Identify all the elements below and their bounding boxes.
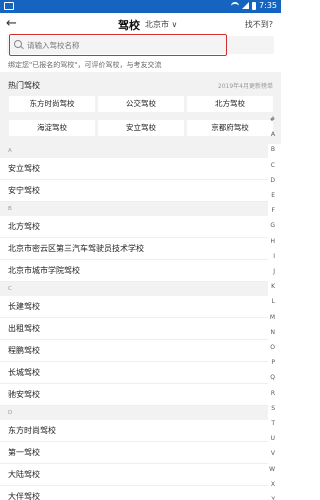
back-arrow-icon[interactable]: ← [6, 17, 17, 31]
hot-school-chip[interactable]: 北方驾校 [187, 96, 273, 112]
group-header-b: B [0, 202, 268, 216]
index-letter[interactable]: T [271, 420, 275, 427]
bind-hint-text: 绑定您"已报名的驾校"，可评价驾校，与考友交流 [8, 61, 162, 69]
search-bar [7, 34, 274, 56]
city-selector[interactable]: 北京市 ∨ [145, 19, 177, 30]
notification-icon [4, 2, 14, 10]
list-item[interactable]: 驰安驾校 [0, 384, 268, 406]
index-letter[interactable]: A [271, 131, 275, 138]
hot-school-chip[interactable]: 京都府驾校 [187, 120, 273, 136]
wifi-icon [231, 1, 240, 10]
hot-school-chip[interactable]: 海淀驾校 [9, 120, 95, 136]
index-letter[interactable]: B [271, 146, 275, 153]
battery-icon [252, 1, 257, 10]
hot-school-chip[interactable]: 东方时尚驾校 [9, 96, 95, 112]
index-letter[interactable]: C [271, 162, 275, 169]
list-item[interactable]: 北京市城市学院驾校 [0, 260, 268, 282]
hot-school-chip[interactable]: 安立驾校 [98, 120, 184, 136]
index-letter[interactable]: X [271, 481, 275, 488]
status-bar: 7:35 [0, 0, 281, 13]
list-item[interactable]: 大陆驾校 [0, 464, 268, 486]
list-item[interactable]: 北京市密云区第三汽车驾驶员技术学校 [0, 238, 268, 260]
index-letter[interactable]: G [270, 222, 275, 229]
hot-schools-updated: 2019年4月更新榜单 [217, 83, 273, 90]
app-header: ← 驾校 北京市 ∨ 找不到? [0, 13, 281, 35]
list-item[interactable]: 安宁驾校 [0, 180, 268, 202]
index-letter[interactable]: F [272, 207, 275, 214]
status-time: 7:35 [259, 1, 277, 10]
page-title: 驾校 [118, 19, 140, 32]
cannot-find-link[interactable]: 找不到? [245, 19, 273, 30]
index-letter[interactable]: D [270, 177, 275, 184]
index-letter[interactable]: U [271, 435, 275, 442]
group-header-d: D [0, 406, 268, 420]
index-letter[interactable]: K [271, 283, 275, 290]
index-letter[interactable]: H [270, 238, 275, 245]
list-item[interactable]: 东方时尚驾校 [0, 420, 268, 442]
group-header-c: C [0, 282, 268, 296]
index-letter[interactable]: J [273, 268, 275, 275]
index-letter[interactable]: S [271, 405, 275, 412]
index-letter[interactable]: # [270, 116, 275, 123]
group-header-a: A [0, 144, 268, 158]
hot-school-chip[interactable]: 公交驾校 [98, 96, 184, 112]
index-letter[interactable]: P [271, 359, 275, 366]
index-letter[interactable]: E [271, 192, 275, 199]
search-input[interactable] [27, 38, 217, 52]
index-letter[interactable]: W [269, 466, 275, 473]
list-item[interactable]: 长建驾校 [0, 296, 268, 318]
index-letter[interactable]: Q [270, 374, 275, 381]
status-icons: 7:35 [231, 1, 277, 10]
list-item[interactable]: 安立驾校 [0, 158, 268, 180]
list-item[interactable]: 出租驾校 [0, 318, 268, 340]
list-item[interactable]: 大伴驾校 [0, 486, 268, 500]
list-item[interactable]: 第一驾校 [0, 442, 268, 464]
index-letter[interactable]: R [271, 390, 275, 397]
index-letter[interactable]: L [272, 298, 275, 305]
index-letter[interactable]: N [271, 329, 276, 336]
search-icon [14, 40, 22, 48]
list-item[interactable]: 程鹏驾校 [0, 340, 268, 362]
index-letter[interactable]: I [273, 253, 275, 260]
index-letter[interactable]: M [270, 314, 275, 321]
signal-icon [242, 2, 250, 9]
list-item[interactable]: 北方驾校 [0, 216, 268, 238]
list-item[interactable]: 长城驾校 [0, 362, 268, 384]
hot-schools-title: 热门驾校 [8, 81, 40, 90]
index-letter[interactable]: V [271, 450, 275, 457]
index-letter[interactable]: O [270, 344, 275, 351]
index-letter[interactable]: Y [271, 496, 275, 500]
